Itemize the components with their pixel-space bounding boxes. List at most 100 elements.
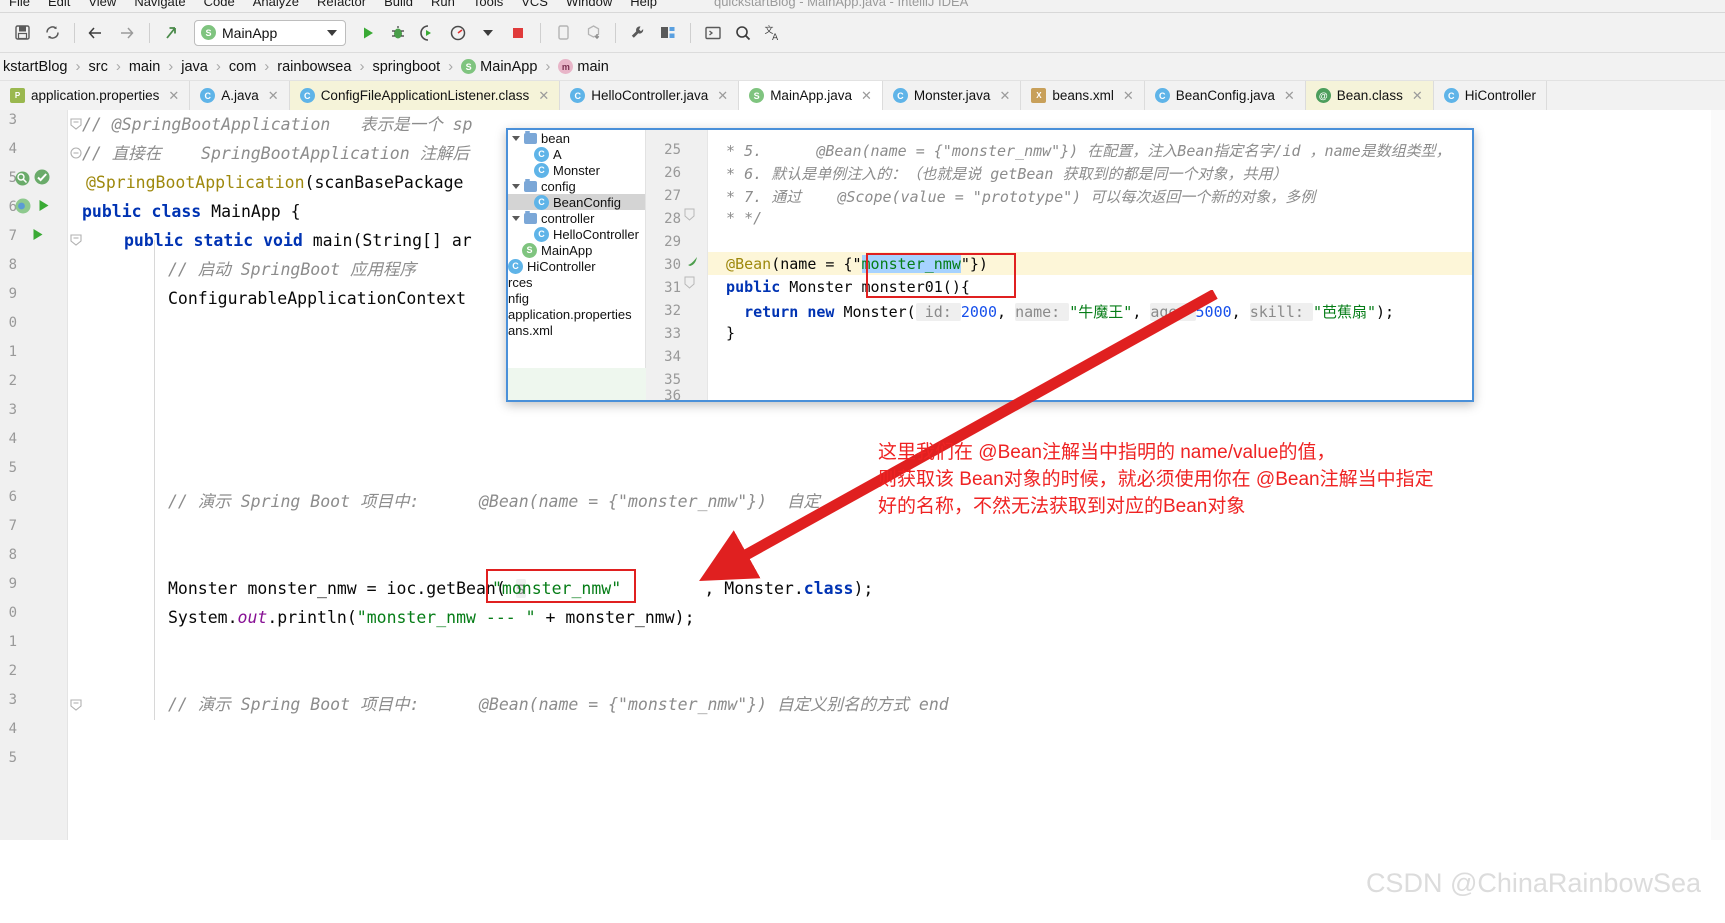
breadcrumb-item-4[interactable]: com	[226, 59, 259, 75]
breadcrumb-item-5[interactable]: rainbowsea	[274, 59, 354, 75]
tab-configfileapplicationlistener-class[interactable]: C ConfigFileApplicationListener.class ✕	[289, 81, 561, 110]
fold-marker-icon[interactable]	[70, 698, 82, 716]
run-gutter-icon[interactable]	[30, 227, 45, 247]
tab-beanconfig-java[interactable]: C BeanConfig.java ✕	[1144, 81, 1306, 110]
close-icon[interactable]: ✕	[268, 88, 279, 104]
fold-marker-icon[interactable]	[70, 146, 82, 164]
breadcrumb-item-2[interactable]: main	[126, 59, 163, 75]
quick-definition-popup[interactable]: bean C A C Monster config C BeanConfig c…	[506, 128, 1474, 402]
arrow-right-icon[interactable]	[113, 19, 141, 47]
device-manager-icon[interactable]	[549, 19, 577, 47]
menu-vcs[interactable]: VCS	[512, 0, 557, 11]
popup-code-line-28[interactable]: * */	[708, 209, 762, 227]
tab-hellocontroller-java[interactable]: C HelloController.java ✕	[560, 81, 740, 110]
breadcrumb-item-7[interactable]: S MainApp	[458, 59, 540, 75]
close-icon[interactable]: ✕	[999, 88, 1010, 104]
boxed-bean-name[interactable]: "monster_nmw"	[492, 574, 621, 603]
search-usages-icon[interactable]	[14, 170, 31, 192]
menu-edit[interactable]: Edit	[39, 0, 79, 11]
tree-item-beans-xml[interactable]: ans.xml	[508, 322, 645, 338]
tree-item-beanconfig[interactable]: C BeanConfig	[508, 194, 645, 210]
code-line-2[interactable]: @SpringBootApplication(scanBasePackage	[86, 168, 464, 197]
tab-beans-xml[interactable]: X beans.xml ✕	[1021, 81, 1145, 110]
chevron-down-icon[interactable]	[327, 29, 337, 36]
sync-icon[interactable]	[38, 19, 66, 47]
tree-item-hicontroller[interactable]: C HiController	[508, 258, 645, 274]
popup-code-line-32[interactable]: return new Monster( id: 2000, name: "牛魔王…	[708, 301, 1394, 322]
chevron-down-icon[interactable]	[512, 183, 520, 189]
translate-icon[interactable]: 文A	[759, 19, 787, 47]
menu-code[interactable]: Code	[195, 0, 244, 11]
tab-application-properties[interactable]: P application.properties ✕	[0, 81, 191, 110]
tab-monster-java[interactable]: C Monster.java ✕	[882, 81, 1022, 110]
tree-item-config[interactable]: config	[508, 178, 645, 194]
menu-view[interactable]: View	[79, 0, 125, 11]
popup-code-line-30[interactable]: @Bean(name = {"monster_nmw"})	[708, 255, 988, 273]
close-icon[interactable]: ✕	[1412, 88, 1423, 104]
code-line-0[interactable]: // @SpringBootApplication 表示是一个 sp	[82, 110, 472, 139]
save-icon[interactable]	[8, 19, 36, 47]
search-everywhere-icon[interactable]	[729, 19, 757, 47]
code-line-6[interactable]: ConfigurableApplicationContext	[168, 284, 476, 313]
spring-boot-run-icon[interactable]	[14, 197, 32, 220]
tree-item-controller[interactable]: controller	[508, 210, 645, 226]
tab-bean-class[interactable]: @ Bean.class ✕	[1305, 81, 1434, 110]
code-line-4[interactable]: public static void main(String[] ar	[124, 226, 472, 255]
debug-icon[interactable]	[384, 19, 412, 47]
code-line-10[interactable]: // 演示 Spring Boot 项目中: @Bean(name = {"mo…	[168, 690, 949, 719]
menu-refactor[interactable]: Refactor	[308, 0, 375, 11]
popup-code-line-25[interactable]: * 5. @Bean(name = {"monster_nmw"}) 在配置，注…	[708, 140, 1451, 161]
run-configuration-selector[interactable]: S MainApp	[194, 19, 346, 46]
menu-help[interactable]: Help	[621, 0, 666, 11]
menu-window[interactable]: Window	[557, 0, 621, 11]
code-line-3[interactable]: public class MainApp {	[82, 197, 301, 226]
close-icon[interactable]: ✕	[1123, 88, 1134, 104]
fold-marker-icon[interactable]	[70, 233, 82, 251]
close-icon[interactable]: ✕	[538, 88, 549, 104]
wrench-icon[interactable]	[624, 19, 652, 47]
run-with-coverage-icon[interactable]	[414, 19, 442, 47]
fold-marker-icon[interactable]	[684, 276, 695, 294]
close-icon[interactable]: ✕	[1284, 88, 1295, 104]
tree-item-a[interactable]: C A	[508, 146, 645, 162]
spring-bean-icon[interactable]	[33, 168, 51, 191]
chevron-down-icon[interactable]	[512, 215, 520, 221]
menu-navigate[interactable]: Navigate	[125, 0, 194, 11]
tree-item-bean[interactable]: bean	[508, 130, 645, 146]
popup-code-area[interactable]: * 5. @Bean(name = {"monster_nmw"}) 在配置，注…	[708, 130, 1472, 400]
tree-item-monster[interactable]: C Monster	[508, 162, 645, 178]
arrow-left-icon[interactable]	[83, 19, 111, 47]
editor-scrollbar[interactable]	[1711, 110, 1725, 840]
project-tree-panel[interactable]: bean C A C Monster config C BeanConfig c…	[508, 130, 646, 400]
chevron-down-icon[interactable]	[512, 135, 520, 141]
code-line-9[interactable]: System.out.println("monster_nmw --- " + …	[168, 603, 695, 632]
breadcrumb-item-0[interactable]: kstartBlog	[0, 59, 70, 75]
menu-analyze[interactable]: Analyze	[244, 0, 308, 11]
popup-code-line-27[interactable]: * 7. 通过 @Scope(value = "prototype") 可以每次…	[708, 186, 1315, 207]
menu-run[interactable]: Run	[422, 0, 464, 11]
breadcrumb-item-1[interactable]: src	[85, 59, 110, 75]
tab-mainapp-java[interactable]: S MainApp.java ✕	[739, 81, 883, 110]
sdk-download-icon[interactable]	[579, 19, 607, 47]
popup-code-line-33[interactable]: }	[708, 324, 735, 342]
code-line-7[interactable]: // 演示 Spring Boot 项目中: @Bean(name = {"mo…	[168, 487, 820, 516]
tree-item-resources[interactable]: rces	[508, 274, 645, 290]
tree-item-config-folder[interactable]: nfig	[508, 290, 645, 306]
menu-file[interactable]: File	[0, 0, 39, 11]
tree-item-hellocontroller[interactable]: C HelloController	[508, 226, 645, 242]
run-icon[interactable]	[354, 19, 382, 47]
close-icon[interactable]: ✕	[717, 88, 728, 104]
menu-build[interactable]: Build	[375, 0, 422, 11]
menu-tools[interactable]: Tools	[464, 0, 512, 11]
fold-marker-icon[interactable]	[70, 117, 82, 135]
close-icon[interactable]: ✕	[168, 88, 179, 104]
breadcrumb-item-8[interactable]: m main	[555, 59, 611, 75]
profiler-icon[interactable]	[444, 19, 472, 47]
project-structure-icon[interactable]	[654, 19, 682, 47]
popup-code-line-31[interactable]: public Monster monster01(){	[708, 278, 970, 296]
terminal-icon[interactable]	[699, 19, 727, 47]
tab-hicontroller[interactable]: C HiController	[1433, 81, 1548, 110]
run-gutter-icon[interactable]	[36, 198, 51, 218]
stop-icon[interactable]	[504, 19, 532, 47]
breadcrumb-item-3[interactable]: java	[178, 59, 211, 75]
